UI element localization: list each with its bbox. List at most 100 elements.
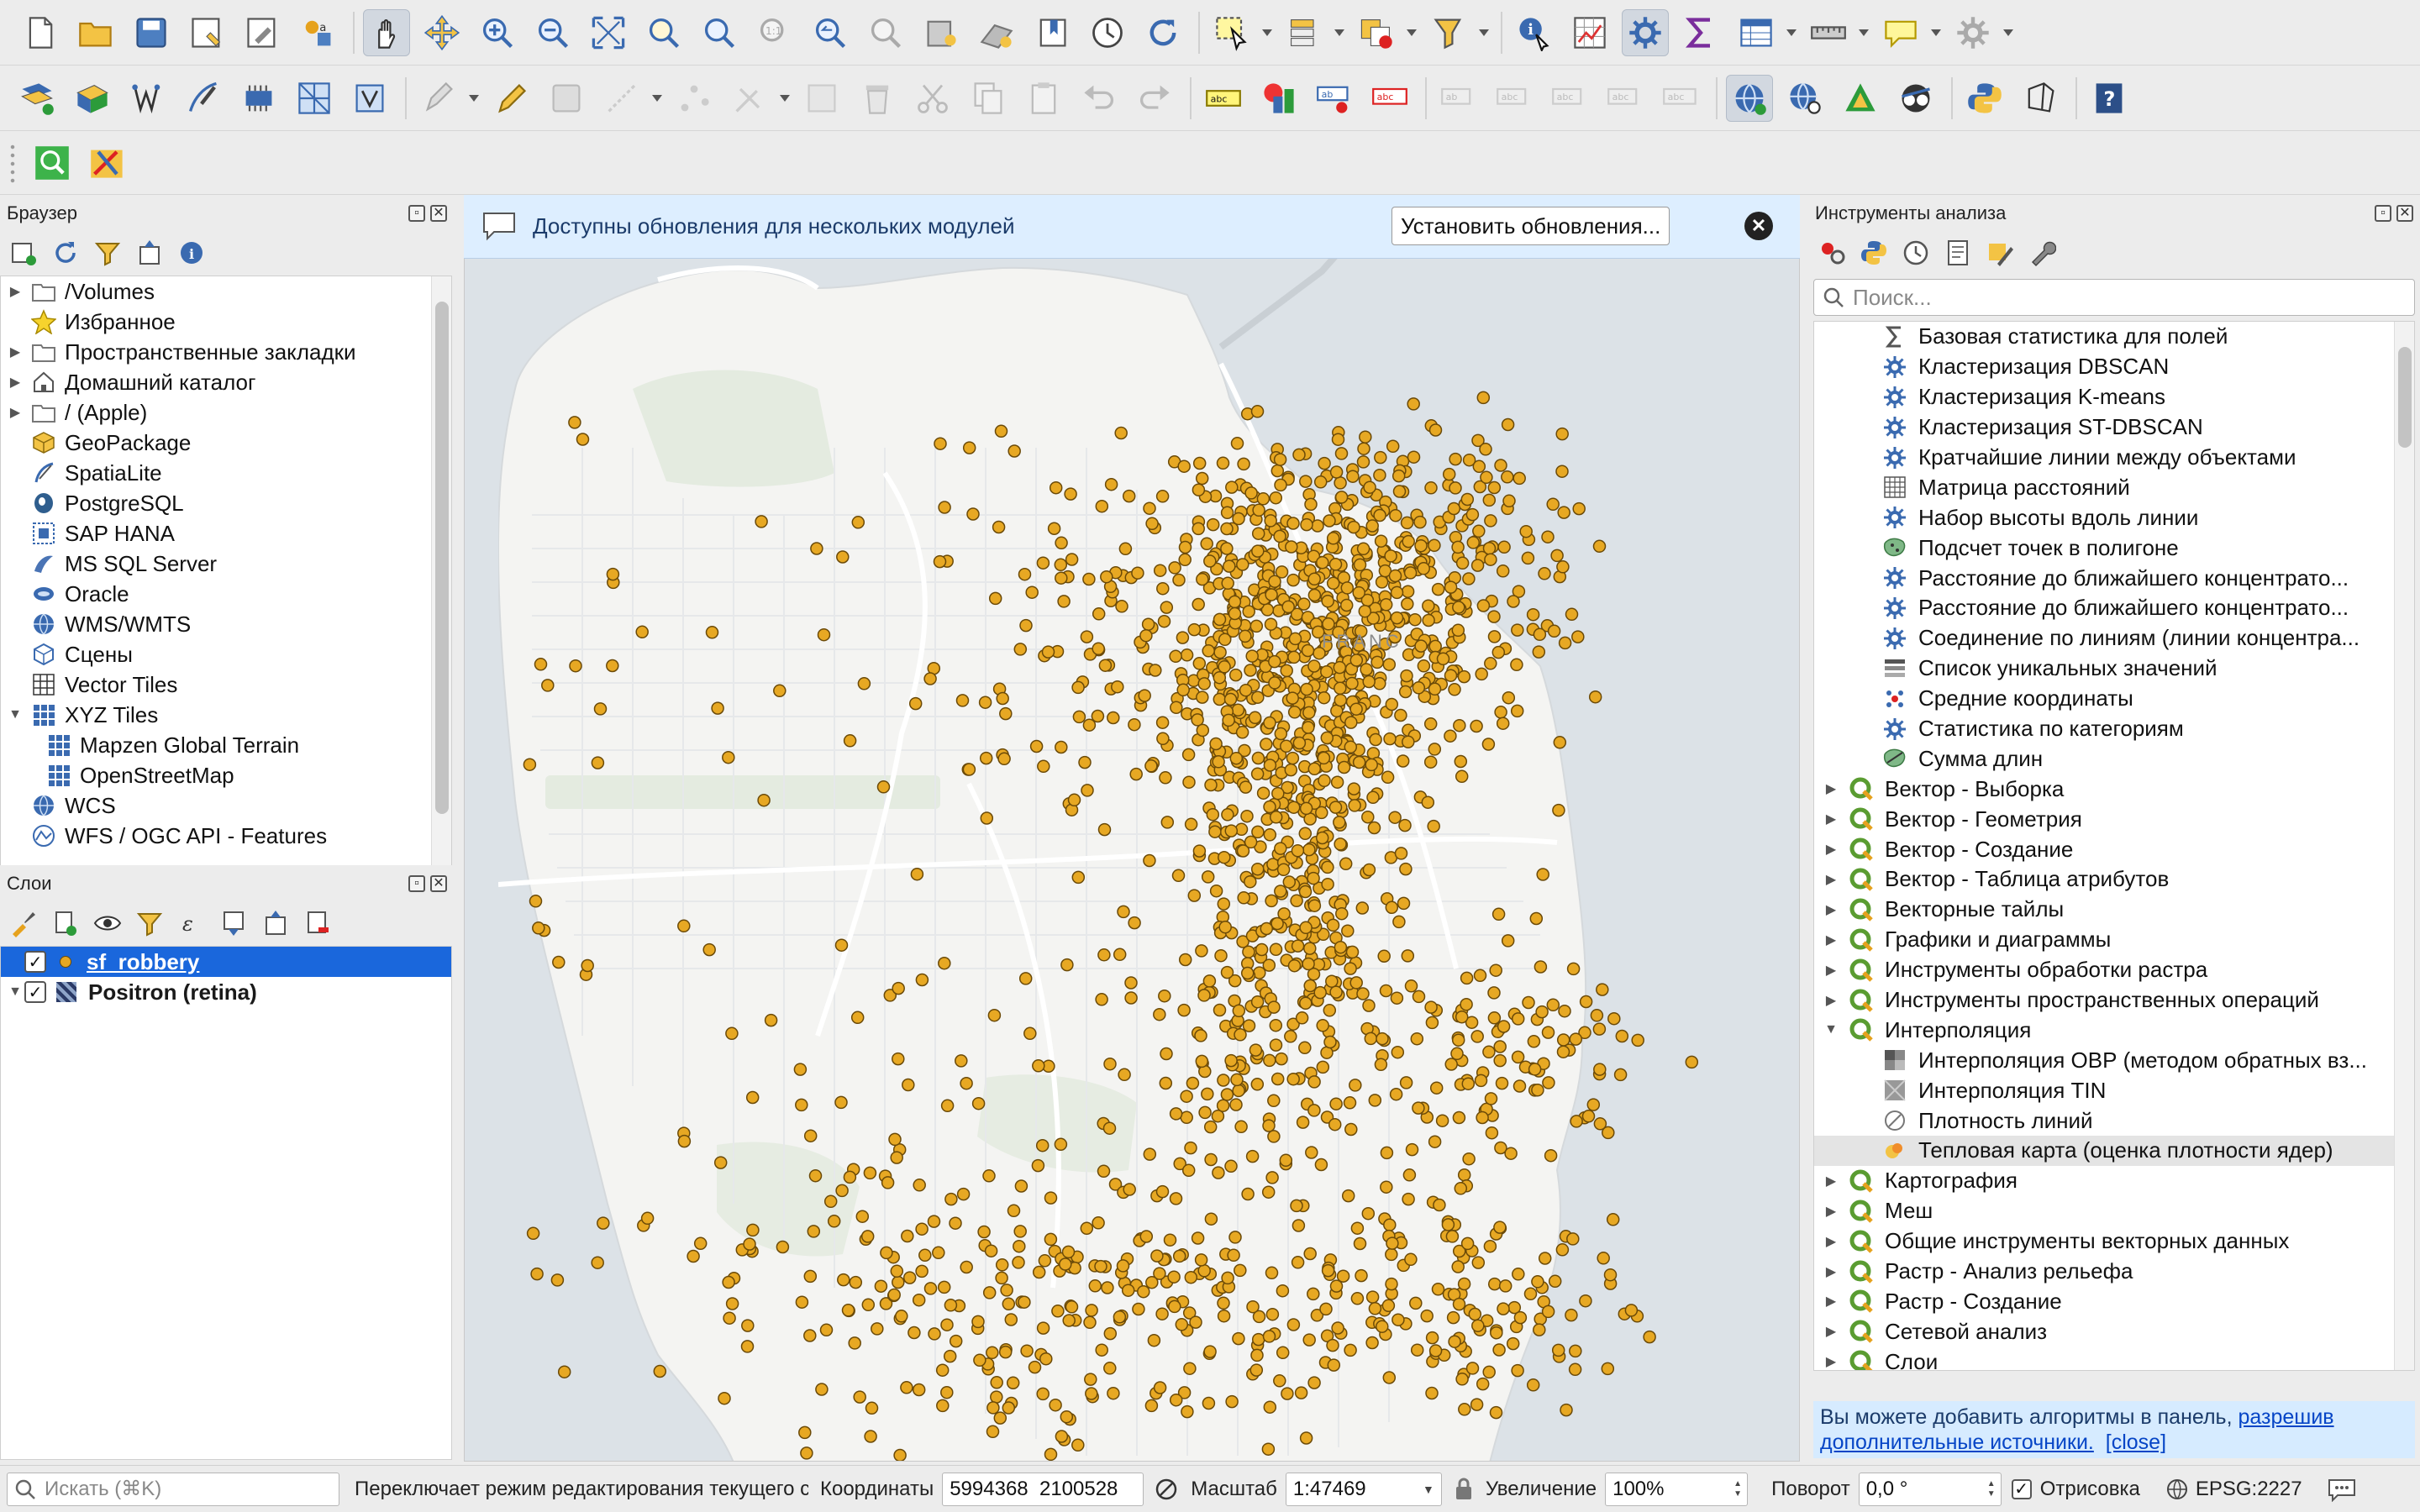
- pin-labels-icon[interactable]: abc: [1366, 75, 1413, 122]
- close-panel-icon[interactable]: ✕: [430, 205, 447, 222]
- temporal-controller-icon[interactable]: [1028, 9, 1076, 56]
- expand-arrow-icon[interactable]: ▼: [6, 984, 24, 1000]
- algorithm-item[interactable]: Кластеризация DBSCAN: [1814, 352, 2414, 382]
- provider-group[interactable]: ▶ Растр - Создание: [1814, 1287, 2414, 1317]
- browser-item[interactable]: Mapzen Global Terrain: [1, 730, 451, 760]
- select-by-value-icon[interactable]: [1281, 9, 1344, 56]
- collapsed-arrow-icon[interactable]: ▶: [6, 344, 24, 360]
- plugin-search-icon[interactable]: [29, 139, 76, 186]
- collapsed-arrow-icon[interactable]: ▶: [1823, 1293, 1839, 1310]
- collapsed-arrow-icon[interactable]: ▶: [6, 283, 24, 300]
- crs-globe-icon[interactable]: [2165, 1478, 2189, 1501]
- toolbar-grip[interactable]: [8, 142, 17, 183]
- algorithm-item[interactable]: Кластеризация ST-DBSCAN: [1814, 412, 2414, 443]
- filter-icon[interactable]: [92, 238, 123, 268]
- statistics-sum-icon[interactable]: [1677, 9, 1724, 56]
- rotate-label-icon[interactable]: abc: [1546, 75, 1593, 122]
- scale-combobox[interactable]: 1:47469 ▼: [1285, 1472, 1442, 1506]
- refresh-icon[interactable]: [1139, 9, 1186, 56]
- browser-item[interactable]: ▼ XYZ Tiles: [1, 700, 451, 730]
- new-geopackage-icon[interactable]: [235, 75, 282, 122]
- algorithm-item[interactable]: Расстояние до ближайшего концентрато...: [1814, 593, 2414, 623]
- provider-group[interactable]: ▶ Картография: [1814, 1166, 2414, 1196]
- map-canvas[interactable]: FRANC: [464, 195, 1800, 1462]
- browser-item[interactable]: MS SQL Server: [1, 549, 451, 579]
- algorithm-item[interactable]: Тепловая карта (оценка плотности ядер): [1814, 1136, 2414, 1166]
- browser-item[interactable]: Сцены: [1, 639, 451, 669]
- browser-item[interactable]: ▶ / (Apple): [1, 397, 451, 428]
- python-scripts-icon[interactable]: [1859, 238, 1889, 268]
- collapse-all-icon[interactable]: [134, 238, 165, 268]
- collapsed-arrow-icon[interactable]: ▶: [1823, 932, 1839, 948]
- algorithm-item[interactable]: Список уникальных значений: [1814, 654, 2414, 684]
- save-project-icon[interactable]: [128, 9, 175, 56]
- options-wrench-icon[interactable]: [2027, 238, 2057, 268]
- browser-item[interactable]: SAP HANA: [1, 518, 451, 549]
- pan-map-icon[interactable]: [363, 8, 410, 56]
- provider-group[interactable]: ▶ Вектор - Выборка: [1814, 774, 2414, 804]
- move-label-icon[interactable]: abc: [1491, 75, 1538, 122]
- paste-features-icon[interactable]: [1020, 75, 1067, 122]
- collapsed-arrow-icon[interactable]: ▶: [1823, 811, 1839, 827]
- provider-group[interactable]: ▶ Меш: [1814, 1196, 2414, 1226]
- refresh-icon[interactable]: [50, 238, 81, 268]
- layer-row-positron[interactable]: ▼ ✓ Positron (retina): [1, 977, 451, 1007]
- close-message-icon[interactable]: ✕: [1744, 212, 1773, 240]
- browser-scroll-thumb[interactable]: [435, 302, 449, 814]
- float-panel-icon[interactable]: ▫: [2375, 205, 2391, 222]
- measure-icon[interactable]: [1805, 9, 1869, 56]
- toggle-editing-icon[interactable]: [487, 75, 534, 122]
- three-d-icon[interactable]: [2017, 75, 2064, 122]
- browser-item[interactable]: ▶ /Volumes: [1, 276, 451, 307]
- zoom-native-icon[interactable]: 1:1: [751, 9, 798, 56]
- locator-search-input[interactable]: Искать (⌘K): [7, 1472, 339, 1506]
- triangle-plugin-icon[interactable]: [1837, 75, 1884, 122]
- redo-icon[interactable]: [1131, 75, 1178, 122]
- collapse-all-icon[interactable]: [260, 908, 291, 938]
- install-updates-button[interactable]: Установить обновления...: [1392, 207, 1670, 245]
- collapsed-arrow-icon[interactable]: ▶: [1823, 1203, 1839, 1220]
- magnifier-spinbox[interactable]: 100% ▲ ▼: [1605, 1472, 1749, 1506]
- field-calculator-icon[interactable]: [1566, 9, 1613, 56]
- algorithm-item[interactable]: Кратчайшие линии между объектами: [1814, 443, 2414, 473]
- collapsed-arrow-icon[interactable]: ▶: [1823, 1173, 1839, 1189]
- spinner-arrows-icon[interactable]: ▲ ▼: [1982, 1473, 2001, 1506]
- collapsed-arrow-icon[interactable]: ▶: [1823, 992, 1839, 1009]
- messages-icon[interactable]: [2328, 1477, 2356, 1502]
- add-raster-layer-icon[interactable]: [69, 75, 116, 122]
- history-icon[interactable]: [1901, 238, 1931, 268]
- browser-item[interactable]: ▶ Домашний каталог: [1, 367, 451, 397]
- provider-group[interactable]: ▶ Инструменты пространственных операций: [1814, 985, 2414, 1016]
- provider-group[interactable]: ▼ Интерполяция: [1814, 1015, 2414, 1045]
- algorithm-item[interactable]: Интерполяция TIN: [1814, 1075, 2414, 1105]
- map-tips-icon[interactable]: [1877, 9, 1941, 56]
- expand-all-icon[interactable]: [218, 908, 249, 938]
- browser-item[interactable]: Избранное: [1, 307, 451, 337]
- add-feature-icon[interactable]: [598, 75, 662, 122]
- current-edits-icon[interactable]: [415, 75, 479, 122]
- browser-item[interactable]: WCS: [1, 790, 451, 821]
- qms-search-icon[interactable]: [1781, 75, 1828, 122]
- algorithm-item[interactable]: Подсчет точек в полигоне: [1814, 533, 2414, 563]
- algorithm-item[interactable]: Набор высоты вдоль линии: [1814, 502, 2414, 533]
- add-delimited-text-icon[interactable]: [124, 75, 171, 122]
- collapsed-arrow-icon[interactable]: ▶: [1823, 901, 1839, 918]
- add-vector-layer-icon[interactable]: [13, 75, 60, 122]
- plugin-tool-icon[interactable]: [84, 139, 131, 186]
- manage-visibility-icon[interactable]: [92, 908, 123, 938]
- new-bookmark-icon[interactable]: [918, 9, 965, 56]
- provider-group[interactable]: ▶ Графики и диаграммы: [1814, 925, 2414, 955]
- delete-selected-icon[interactable]: [798, 75, 845, 122]
- browser-item[interactable]: OpenStreetMap: [1, 760, 451, 790]
- highlight-pinned-labels-icon[interactable]: ab: [1311, 75, 1358, 122]
- label-properties-icon[interactable]: abc: [1657, 75, 1704, 122]
- algorithm-item[interactable]: Статистика по категориям: [1814, 714, 2414, 744]
- provider-group[interactable]: ▶ Инструменты обработки растра: [1814, 955, 2414, 985]
- project-properties-icon[interactable]: [239, 9, 286, 56]
- edit-features-in-place-icon[interactable]: [1985, 238, 2015, 268]
- zoom-last-icon[interactable]: [807, 9, 854, 56]
- provider-group[interactable]: ▶ Слои: [1814, 1347, 2414, 1370]
- identify-icon[interactable]: i: [1511, 9, 1558, 56]
- new-project-icon[interactable]: [17, 9, 64, 56]
- render-checkbox[interactable]: ✓: [2011, 1478, 2032, 1499]
